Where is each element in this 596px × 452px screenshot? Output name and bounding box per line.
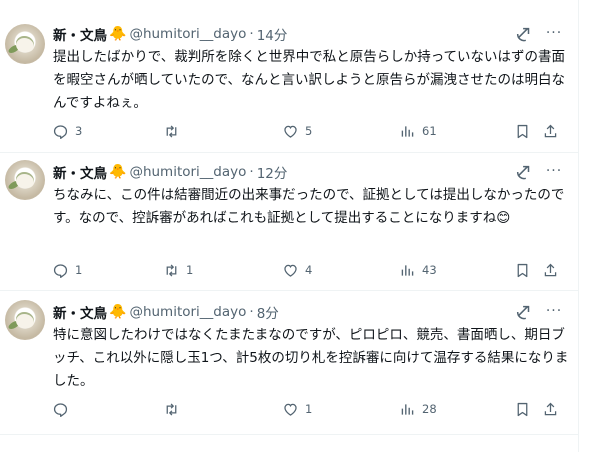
reply-count: 1 [75,263,83,277]
like-button[interactable]: 4 [282,260,312,280]
grok-icon[interactable] [515,163,533,181]
share-button[interactable] [542,121,559,141]
timestamp[interactable]: 8分 [257,302,279,322]
bookmark-icon [517,402,528,416]
like-icon [284,125,297,138]
grok-icon[interactable] [515,25,533,43]
more-icon[interactable]: ··· [545,25,563,43]
tweet-actions: 1 1 4 43 [52,260,562,280]
views-icon [401,264,414,276]
views-count: 43 [422,263,437,277]
reply-icon [53,124,68,139]
bookmark-icon [517,263,528,277]
more-icon[interactable]: ··· [545,163,563,181]
bookmark-icon [517,124,528,138]
separator: · [249,164,254,180]
views-count: 28 [422,402,437,416]
separator: · [249,304,254,320]
views-count: 61 [422,124,437,138]
avatar[interactable] [5,160,45,200]
views-button[interactable]: 61 [399,121,437,141]
like-count: 5 [305,124,313,138]
like-button[interactable]: 1 [282,399,312,419]
retweet-button[interactable] [163,399,186,419]
views-button[interactable]: 28 [399,399,437,419]
author-emoji: 🐥 [109,164,127,180]
retweet-icon [166,264,177,276]
retweet-button[interactable]: 1 [163,260,193,280]
share-icon [544,402,557,415]
tweet-text: 提出したばかりで、裁判所を除くと世界中で私と原告らしか持っていないはずの書面を暇… [53,49,566,111]
tweet[interactable]: 新・文鳥 🐥 @humitori__dayo · 12分 ··· ちなみに、この… [0,152,578,291]
share-icon [544,124,557,137]
retweet-button[interactable] [163,121,186,141]
views-icon [401,403,414,415]
views-icon [401,125,414,137]
reply-button[interactable]: 3 [52,121,82,141]
tweet[interactable]: 新・文鳥 🐥 @humitori__dayo · 8分 ··· 特に意図したわけ… [0,290,578,435]
bookmark-button[interactable] [514,399,531,419]
reply-count: 3 [75,124,83,138]
tweet-header: 新・文鳥 🐥 @humitori__dayo · 8分 [53,302,279,322]
share-button[interactable] [542,260,559,280]
reply-button[interactable] [52,399,75,419]
like-count: 4 [305,263,313,277]
author-name[interactable]: 新・文鳥 [53,302,107,322]
tweet[interactable]: 新・文鳥 🐥 @humitori__dayo · 14分 ··· 提出したばかり… [0,0,578,153]
bookmark-button[interactable] [514,260,531,280]
reply-icon [53,263,68,278]
author-name[interactable]: 新・文鳥 [53,24,107,44]
tweet-actions: 3 5 61 [52,121,562,141]
grok-icon[interactable] [515,303,533,321]
like-count: 1 [305,402,313,416]
like-button[interactable]: 5 [282,121,312,141]
author-emoji: 🐥 [109,26,127,42]
avatar[interactable] [5,300,45,340]
author-handle[interactable]: @humitori__dayo [129,26,246,42]
retweet-count: 1 [186,263,194,277]
tweet-text: ちなみに、この件は結審間近の出来事だったので、証拠としては提出しなかったのです。… [53,187,565,226]
avatar[interactable] [5,24,45,64]
like-icon [284,403,297,416]
tweet-header: 新・文鳥 🐥 @humitori__dayo · 14分 [53,24,287,44]
tweet-header: 新・文鳥 🐥 @humitori__dayo · 12分 [53,162,287,182]
author-handle[interactable]: @humitori__dayo [129,164,246,180]
share-icon [544,263,557,276]
more-icon[interactable]: ··· [545,303,563,321]
share-button[interactable] [542,399,559,419]
views-button[interactable]: 43 [399,260,437,280]
bookmark-button[interactable] [514,121,531,141]
author-handle[interactable]: @humitori__dayo [129,304,246,320]
tweet-actions: 1 28 [52,399,562,419]
author-name[interactable]: 新・文鳥 [53,162,107,182]
timestamp[interactable]: 12分 [257,162,288,182]
timestamp[interactable]: 14分 [257,24,288,44]
reply-button[interactable]: 1 [52,260,82,280]
timeline-border [578,0,579,452]
retweet-icon [166,403,177,415]
like-icon [284,264,297,277]
reply-icon [53,402,68,417]
separator: · [249,26,254,42]
tweet-text: 特に意図したわけではなくたまたまなのですが、ピロピロ、競売、書面晒し、期日ブッチ… [53,327,569,389]
author-emoji: 🐥 [109,304,127,320]
retweet-icon [166,125,177,137]
